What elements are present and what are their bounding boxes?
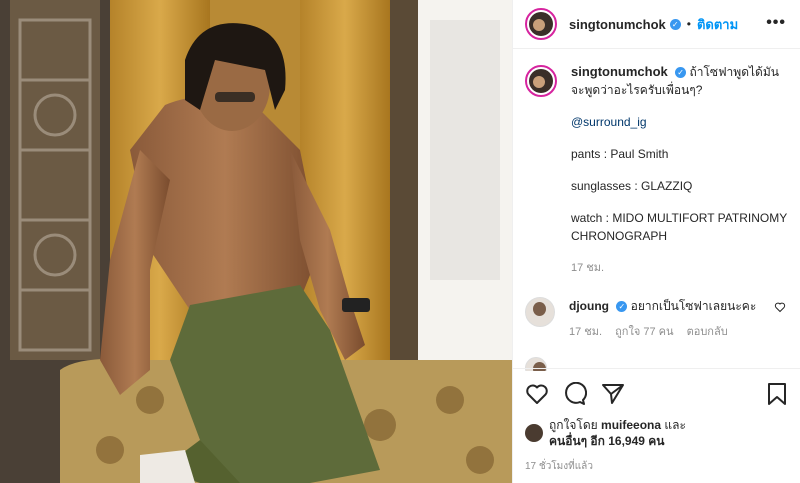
liker-avatar[interactable] [525, 424, 543, 442]
comment-text: อยากเป็นโซฟาเลยนะคะ [630, 299, 757, 313]
bookmark-icon[interactable] [765, 382, 789, 406]
comment-time[interactable]: 17 ชม. [569, 326, 602, 338]
caption-sunglasses: sunglasses : GLAZZIQ [571, 179, 693, 193]
caption-time[interactable]: 17 ชม. [571, 259, 788, 277]
commenter-username[interactable]: djoung [569, 299, 609, 313]
liked-by-others[interactable]: คนอื่นๆ อีก 16,949 คน [549, 434, 665, 448]
caption-username[interactable]: singtonumchok [571, 64, 668, 79]
caption-pants: pants : Paul Smith [571, 147, 669, 161]
mention-link[interactable]: @surround_ig [571, 115, 647, 129]
more-options-icon[interactable]: ••• [766, 14, 786, 32]
liked-by-user[interactable]: muifeeona [601, 418, 661, 432]
commenter-avatar[interactable] [525, 297, 555, 327]
caption-watch: watch : MIDO MULTIFORT PATRINOMY CHRONOG… [571, 211, 788, 243]
follow-button[interactable]: ติดตาม [697, 14, 738, 35]
action-bar: ถูกใจโดย muifeeona และ คนอื่นๆ อีก 16,94… [513, 368, 800, 474]
verified-icon: ✓ [675, 67, 687, 79]
post-header: singtonumchok ✓ • ติดตาม ••• [513, 0, 800, 49]
post-time[interactable]: 17 ชั่วโมงที่แล้ว [525, 459, 789, 474]
liked-by-text: ถูกใจโดย muifeeona และ คนอื่นๆ อีก 16,94… [549, 417, 686, 449]
comment-body: djoung ✓ อยากเป็นโซฟาเลยนะคะ 17 ชม. ถูกใ… [569, 297, 779, 341]
action-icons [525, 379, 789, 409]
photo-illustration [0, 0, 512, 483]
comment-icon[interactable] [563, 382, 587, 406]
reply-button[interactable]: ตอบกลับ [687, 326, 728, 338]
liked-by-prefix: ถูกใจโดย [549, 418, 598, 432]
share-icon[interactable] [601, 382, 625, 406]
post-photo[interactable] [0, 0, 512, 483]
heart-icon[interactable] [525, 382, 549, 406]
author-avatar[interactable] [525, 8, 557, 40]
separator-dot: • [686, 17, 691, 31]
author-username[interactable]: singtonumchok [569, 17, 666, 32]
liked-by: ถูกใจโดย muifeeona และ คนอื่นๆ อีก 16,94… [525, 417, 789, 449]
caption-body: singtonumchok ✓ ถ้าโซฟาพูดได้มันจะพูดว่า… [571, 63, 788, 277]
verified-icon: ✓ [616, 301, 628, 313]
comment-likes[interactable]: ถูกใจ 77 คน [615, 326, 673, 338]
comment-meta: 17 ชม. ถูกใจ 77 คน ตอบกลับ [569, 323, 779, 341]
comment-like-heart-icon[interactable] [774, 301, 786, 313]
caption: singtonumchok ✓ ถ้าโซฟาพูดได้มันจะพูดว่า… [525, 63, 788, 277]
caption-avatar[interactable] [525, 65, 557, 97]
comments-section: singtonumchok ✓ ถ้าโซฟาพูดได้มันจะพูดว่า… [513, 49, 800, 377]
liked-by-and: และ [664, 418, 686, 432]
verified-icon: ✓ [669, 18, 681, 30]
side-panel: singtonumchok ✓ • ติดตาม ••• singtonumch… [512, 0, 800, 483]
post-modal: singtonumchok ✓ • ติดตาม ••• singtonumch… [0, 0, 800, 483]
comment-item: djoung ✓ อยากเป็นโซฟาเลยนะคะ 17 ชม. ถูกใ… [525, 297, 788, 341]
